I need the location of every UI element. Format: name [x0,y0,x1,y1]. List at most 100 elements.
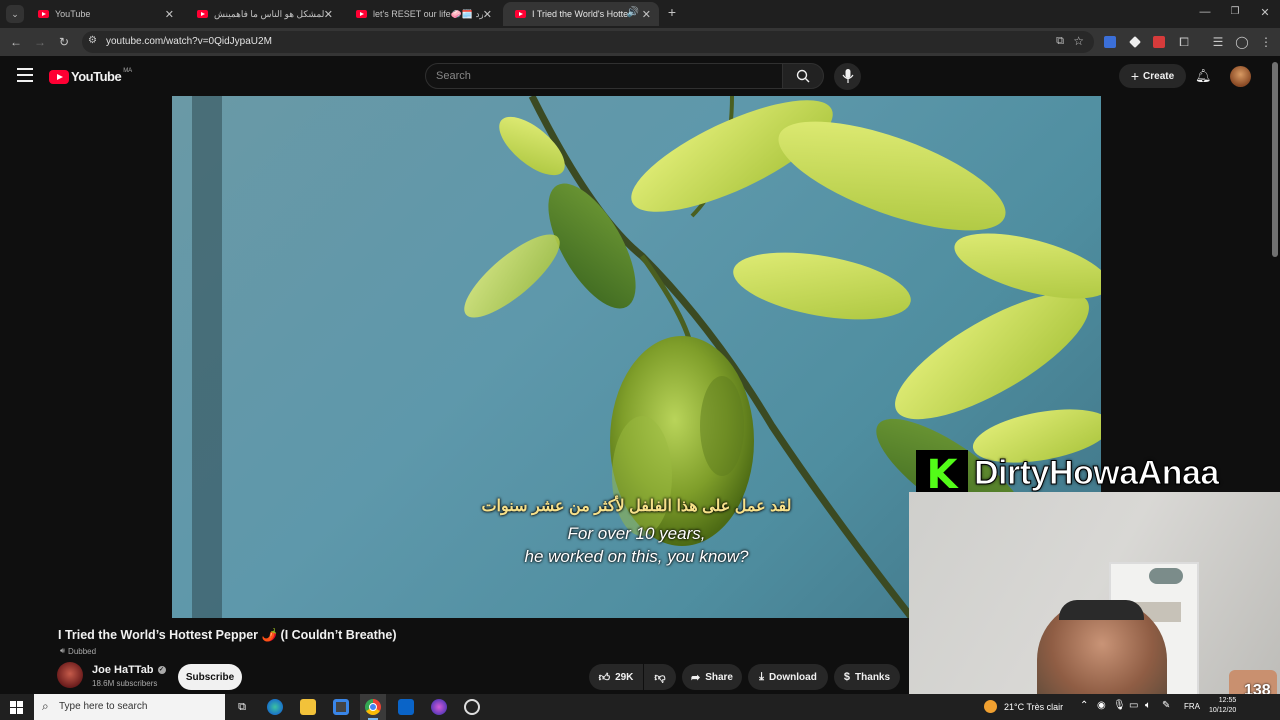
youtube-favicon-icon [356,10,367,18]
thanks-button[interactable]: $ Thanks [834,664,900,690]
hamburger-menu-icon[interactable] [17,68,33,82]
volume-icon[interactable]: 🔈︎ [1145,700,1151,711]
tab-active-video[interactable]: I Tried the World's Hottest P 🔊 ✕ [503,2,659,26]
obs-icon[interactable] [464,699,480,715]
share-button[interactable]: ➦ Share [682,664,742,690]
webcam-feed: 138 [909,492,1280,700]
camera-icon: ◉ [1097,700,1106,711]
profile-icon[interactable]: ◯ [1234,35,1250,49]
download-button[interactable]: ⤓ Download [748,664,828,690]
browser-tab-strip: ⌄ YouTube ✕ المشكل هو الناس ما فاهمينش |… [0,0,1280,28]
restore-icon[interactable]: ❐ [1227,6,1243,17]
outlook-icon[interactable] [398,699,414,715]
youtube-favicon-icon [38,10,49,18]
search-button[interactable] [782,63,824,89]
close-tab-icon[interactable]: ✕ [324,8,333,21]
video-info: I Tried the World’s Hottest Pepper 🌶️ (I… [0,618,909,694]
share-arrow-icon: ➦ [690,671,701,684]
close-tab-icon[interactable]: ✕ [483,8,492,21]
subscriber-count: 18.6M subscribers [92,679,158,688]
show-hidden-icons-chevron-icon[interactable]: ⌃ [1080,700,1088,711]
thumbs-down-icon: 👎︎ [654,671,666,684]
notifications-bell-icon[interactable]: 🔔︎ [1195,68,1212,84]
weather-text[interactable]: 21°C Très clair [1004,702,1063,712]
speaker-icon[interactable]: 🔊 [627,7,639,18]
account-avatar[interactable] [1230,66,1251,87]
video-title: I Tried the World’s Hottest Pepper 🌶️ (I… [58,628,397,642]
forward-icon[interactable]: → [32,35,48,49]
search-icon: ⌕ [42,699,49,713]
site-info-icon[interactable]: ⚙ [88,35,97,46]
close-window-icon[interactable]: ✕ [1257,6,1273,19]
streamer-name: DirtyHowaAnaa [974,454,1220,493]
messenger-icon[interactable] [431,699,447,715]
close-tab-icon[interactable]: ✕ [642,8,651,21]
reading-list-icon[interactable]: ☰ [1210,35,1226,49]
pen-icon: ✎ [1162,700,1171,711]
file-explorer-icon[interactable] [300,699,316,715]
address-bar[interactable]: ⚙ youtube.com/watch?v=0QidJypaU2M ⧉ ☆ [82,31,1094,53]
tab-title: YouTube [55,9,91,19]
cast-icon[interactable]: ⧉ [1056,35,1064,48]
extension-red-icon[interactable] [1153,36,1165,48]
search-placeholder: Search [436,70,471,82]
youtube-favicon-icon [515,10,526,18]
dubbed-icon: 🔊︎ [60,646,66,655]
channel-name-row[interactable]: Joe HaTTab ✓ [92,664,166,676]
channel-avatar[interactable] [57,662,83,688]
verified-check-icon: ✓ [157,666,166,674]
clock-time: 12:55 [1218,697,1237,704]
back-icon[interactable]: ← [8,35,24,49]
subscribe-button[interactable]: Subscribe [178,664,242,690]
like-button[interactable]: 👍︎ 29K [589,664,643,690]
close-tab-icon[interactable]: ✕ [165,8,174,21]
clock[interactable]: 12:55 10/12/20 [1209,696,1236,716]
windows-taskbar: ⌕ Type here to search ⧉ 21°C Très clair … [0,694,1280,720]
reload-icon[interactable]: ↻ [56,35,72,49]
create-label: Create [1143,70,1175,82]
thumbs-up-icon: 👍︎ [598,671,611,684]
tab-search-button[interactable]: ⌄ [6,5,24,23]
url-text[interactable]: youtube.com/watch?v=0QidJypaU2M [106,36,272,47]
thanks-label: Thanks [855,671,891,683]
create-button[interactable]: + Create [1119,64,1186,88]
headset [1059,600,1144,620]
browser-toolbar: ← → ↻ ⚙ youtube.com/watch?v=0QidJypaU2M … [0,28,1280,56]
chrome-taskbar-active[interactable] [360,694,386,720]
youtube-favicon-icon [197,10,208,18]
bookmark-star-icon[interactable]: ☆ [1073,34,1084,48]
thanks-dollar-icon: $ [843,671,851,683]
tab-youtube[interactable]: YouTube ✕ [26,2,182,26]
taskbar-search-placeholder: Type here to search [59,701,148,712]
weather-moon-icon [984,700,997,713]
chrome-menu-icon[interactable]: ⋮ [1258,35,1274,49]
language-indicator[interactable]: FRA [1184,702,1200,711]
edge-browser-icon[interactable] [267,699,283,715]
voice-search-button[interactable] [834,63,861,90]
youtube-play-logo-icon [49,69,69,84]
shelf-items [1149,568,1183,584]
task-view-icon[interactable]: ⧉ [234,699,250,715]
network-icon[interactable]: ▭ [1129,700,1138,711]
extension-diamond-icon[interactable] [1129,36,1141,48]
search-input[interactable]: Search [425,63,783,89]
minimize-icon[interactable]: — [1197,6,1213,18]
channel-name[interactable]: Joe HaTTab [92,664,154,676]
new-tab-icon[interactable]: + [664,4,680,20]
tab-title: I Tried the World's Hottest P [532,9,628,19]
windows-start-icon[interactable] [10,701,23,714]
youtube-logo[interactable]: YouTube MA [49,67,133,84]
tab-video-3[interactable]: let's RESET our life🧼🗓️ البرد ✕ [344,2,500,26]
like-count: 29K [615,671,634,683]
microphone-tray-icon: 🎙︎ [1113,700,1126,711]
search-icon [796,69,810,83]
extensions-puzzle-icon[interactable]: ⧠ [1176,35,1192,50]
taskbar-search-box[interactable]: ⌕ Type here to search [34,694,225,720]
region-code: MA [123,67,133,74]
microsoft-store-icon[interactable] [333,699,349,715]
dislike-button[interactable]: 👎︎ [644,664,676,690]
tab-video-2[interactable]: المشكل هو الناس ما فاهمينش || ✕ [185,2,341,26]
page-scrollbar-thumb[interactable] [1272,62,1278,257]
youtube-header: YouTube MA Search + Create 🔔︎ [0,56,1280,96]
translate-extension-icon[interactable] [1104,36,1116,48]
